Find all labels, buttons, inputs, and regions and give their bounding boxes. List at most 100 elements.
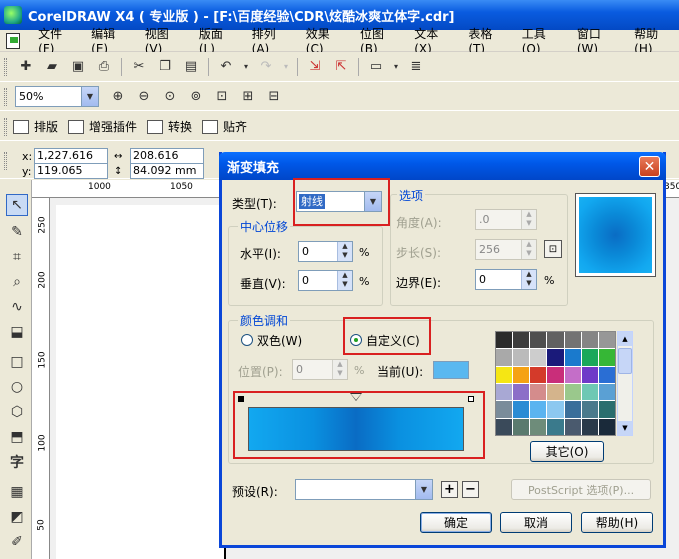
toolbar-grip[interactable] (4, 151, 7, 170)
palette-swatch[interactable] (581, 332, 598, 349)
y-position-field[interactable]: 119.065 mm (34, 163, 108, 191)
palette-swatch[interactable] (547, 418, 564, 435)
palette-swatch[interactable] (598, 418, 615, 435)
palette-swatch[interactable] (496, 332, 513, 349)
palette-swatch[interactable] (530, 349, 547, 366)
palette-swatch[interactable] (564, 332, 581, 349)
ok-button[interactable]: 确定 (420, 512, 492, 533)
palette-swatch[interactable] (547, 332, 564, 349)
dialog-title-bar[interactable]: 渐变填充 (219, 152, 666, 180)
undo-dropdown-icon[interactable]: ▾ (241, 56, 251, 78)
palette-swatch[interactable] (530, 418, 547, 435)
palette-swatch[interactable] (581, 366, 598, 383)
zoom-out-icon[interactable]: ⊖ (133, 86, 155, 108)
convert-button[interactable]: 转换 (147, 118, 192, 135)
polygon-tool-icon[interactable]: ⬡ (6, 401, 28, 423)
snap-button[interactable]: 贴齐 (202, 118, 247, 135)
vertical-offset-field[interactable]: 0 ▲ ▼ (298, 270, 353, 291)
shape-tool-icon[interactable]: ✎ (6, 221, 28, 243)
crop-tool-icon[interactable]: ⌗ (6, 246, 28, 268)
palette-swatch[interactable] (547, 349, 564, 366)
close-icon[interactable]: ✕ (639, 156, 660, 177)
palette-swatch[interactable] (564, 401, 581, 418)
palette-scrollbar[interactable]: ▲ ▼ (617, 331, 633, 436)
application-launcher-icon[interactable]: ▭ (365, 56, 387, 78)
undo-icon[interactable]: ↶ (215, 56, 237, 78)
extrude-tool-icon[interactable]: ◩ (6, 506, 28, 528)
palette-swatch[interactable] (513, 418, 530, 435)
palette-swatch[interactable] (547, 366, 564, 383)
text-tool-icon[interactable]: 字 (6, 451, 28, 473)
spinner-arrows-icon[interactable]: ▲ ▼ (521, 210, 536, 229)
table-tool-icon[interactable]: ▦ (6, 481, 28, 503)
palette-swatch[interactable] (598, 384, 615, 401)
chevron-down-icon[interactable]: ▼ (415, 480, 432, 499)
fill-preview[interactable] (579, 197, 652, 273)
document-page[interactable] (56, 205, 226, 559)
zoom-to-page-width-icon[interactable]: ⊞ (237, 86, 259, 108)
save-icon[interactable]: ▣ (67, 56, 89, 78)
freehand-tool-icon[interactable]: ∿ (6, 296, 28, 318)
help-button[interactable]: 帮助(H) (581, 512, 653, 533)
palette-swatch[interactable] (530, 366, 547, 383)
current-color-swatch[interactable] (433, 361, 469, 379)
eyedropper-tool-icon[interactable]: ✐ (6, 531, 28, 553)
palette-swatch[interactable] (496, 349, 513, 366)
palette-swatch[interactable] (513, 384, 530, 401)
palette-swatch[interactable] (598, 401, 615, 418)
palette-swatch[interactable] (513, 349, 530, 366)
launcher-dropdown-icon[interactable]: ▾ (391, 56, 401, 78)
scroll-down-icon[interactable]: ▼ (618, 421, 632, 435)
spinner-arrows-icon[interactable]: ▲ ▼ (521, 240, 536, 259)
export-icon[interactable]: ⇱ (330, 56, 352, 78)
cut-icon[interactable]: ✂ (128, 56, 150, 78)
redo-icon[interactable]: ↷ (255, 56, 277, 78)
palette-swatch[interactable] (547, 384, 564, 401)
palette-swatch[interactable] (496, 401, 513, 418)
x-position-field[interactable]: 1,227.616 mm (34, 148, 108, 176)
zoom-level-select[interactable]: 50% ▼ (15, 86, 99, 107)
open-folder-icon[interactable]: ▰ (41, 56, 63, 78)
palette-swatch[interactable] (564, 349, 581, 366)
basic-shapes-tool-icon[interactable]: ⬒ (6, 426, 28, 448)
ellipse-tool-icon[interactable]: ○ (6, 376, 28, 398)
document-icon[interactable] (6, 32, 21, 49)
smart-fill-tool-icon[interactable]: ⬓ (6, 321, 28, 343)
toolbar-grip[interactable] (4, 87, 7, 106)
palette-swatch[interactable] (598, 366, 615, 383)
cancel-button[interactable]: 取消 (500, 512, 572, 533)
height-field[interactable]: 84.092 mm (130, 163, 204, 179)
enhance-plugins-button[interactable]: 增强插件 (68, 118, 137, 135)
zoom-to-page-icon[interactable]: ⊡ (211, 86, 233, 108)
palette-swatch[interactable] (598, 332, 615, 349)
print-icon[interactable]: ⎙ (93, 56, 115, 78)
zoom-to-selected-icon[interactable]: ⊙ (159, 86, 181, 108)
copy-icon[interactable]: ❐ (154, 56, 176, 78)
palette-swatch[interactable] (530, 332, 547, 349)
position-field[interactable]: 0 ▲ ▼ (292, 359, 348, 380)
redo-dropdown-icon[interactable]: ▾ (281, 56, 291, 78)
palette-swatch[interactable] (513, 366, 530, 383)
width-field[interactable]: 208.616 mm (130, 148, 204, 176)
palette-swatch[interactable] (530, 384, 547, 401)
palette-swatch[interactable] (496, 418, 513, 435)
palette-swatch[interactable] (496, 366, 513, 383)
remove-preset-icon[interactable]: − (462, 481, 479, 498)
options-icon[interactable]: ≣ (405, 56, 427, 78)
palette-swatch[interactable] (564, 418, 581, 435)
palette-swatch[interactable] (581, 384, 598, 401)
palette-swatch[interactable] (564, 384, 581, 401)
spinner-arrows-icon[interactable]: ▲ ▼ (337, 271, 352, 290)
chevron-down-icon[interactable]: ▼ (81, 87, 98, 106)
add-preset-icon[interactable]: + (441, 481, 458, 498)
scroll-up-icon[interactable]: ▲ (618, 332, 632, 346)
palette-swatch[interactable] (513, 401, 530, 418)
spinner-arrows-icon[interactable]: ▲ ▼ (521, 270, 536, 289)
palette-swatch[interactable] (581, 349, 598, 366)
steps-field[interactable]: 256 ▲ ▼ (475, 239, 537, 260)
others-button[interactable]: 其它(O) (530, 441, 604, 462)
postscript-options-button[interactable]: PostScript 选项(P)... (511, 479, 651, 500)
toolbar-grip[interactable] (4, 57, 7, 76)
lock-icon[interactable]: ⊡ (544, 240, 562, 258)
palette-swatch[interactable] (581, 401, 598, 418)
